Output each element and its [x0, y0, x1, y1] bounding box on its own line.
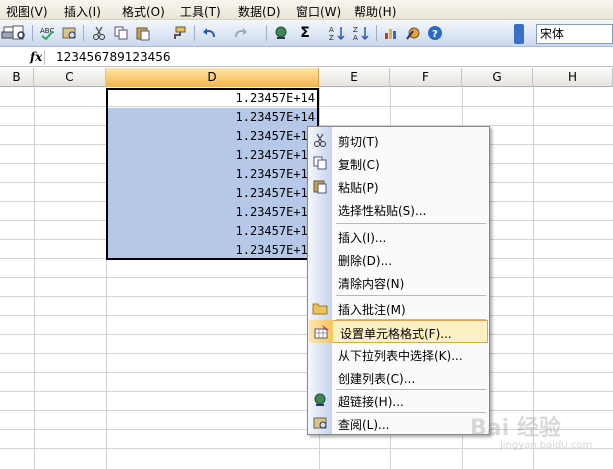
menu-item-paste[interactable]: 粘贴(P) [308, 175, 489, 198]
menu-item-format-cells[interactable]: 设置单元格格式(F)... [309, 320, 488, 343]
column-header-e[interactable]: E [319, 68, 390, 87]
toolbar-separator [194, 25, 195, 41]
undo-icon[interactable] [200, 24, 218, 42]
help-icon[interactable]: ? [426, 24, 444, 42]
column-header-d[interactable]: D [106, 68, 319, 87]
menu-item-paste-special[interactable]: 选择性粘贴(S)... [308, 198, 489, 221]
watermark-logo: Bai 经验 [470, 416, 561, 441]
formula-bar: fx 123456789123456 [0, 48, 613, 67]
menu-item-hyperlink[interactable]: 超链接(H)... [308, 389, 489, 412]
context-menu: 剪切(T) 复制(C) 粘贴(P) 选择性粘贴(S)... 插入(I)... 删… [307, 126, 490, 435]
menu-insert[interactable]: 插入(I) [64, 3, 101, 20]
autosum-icon[interactable]: Σ [296, 24, 314, 42]
menu-item-label: 删除(D)... [338, 254, 393, 268]
menu-item-create-list[interactable]: 创建列表(C)... [308, 366, 489, 389]
menu-bar: 视图(V) 插入(I) 格式(O) 工具(T) 数据(D) 窗口(W) 帮助(H… [0, 0, 613, 20]
svg-text:Z: Z [353, 26, 358, 34]
menu-separator [336, 295, 486, 296]
menu-item-label: 插入(I)... [338, 231, 387, 245]
column-header-h[interactable]: H [533, 68, 613, 87]
menu-view[interactable]: 视图(V) [6, 3, 48, 20]
toolbar-separator [83, 25, 84, 41]
spelling-icon[interactable]: ABC [38, 24, 56, 42]
paste-toolbar-icon[interactable] [134, 24, 152, 42]
toolbar-grip-icon[interactable] [514, 24, 524, 44]
fx-icon[interactable]: fx [30, 50, 42, 64]
hyperlink-icon [312, 392, 328, 408]
column-header-f[interactable]: F [390, 68, 462, 87]
menu-item-pick-from-list[interactable]: 从下拉列表中选择(K)... [308, 343, 489, 366]
menu-separator [336, 223, 486, 224]
svg-text:A: A [329, 26, 334, 34]
sort-ascending-icon[interactable]: AZ [328, 24, 346, 42]
cut-icon[interactable] [90, 24, 108, 42]
menu-help[interactable]: 帮助(H) [354, 3, 396, 20]
watermark-url: jingyan.baidu.com [500, 440, 593, 451]
svg-text:A: A [353, 34, 358, 41]
column-header-b[interactable]: B [0, 68, 34, 87]
svg-text:?: ? [432, 29, 438, 40]
insert-hyperlink-icon[interactable] [272, 24, 290, 42]
column-header-g[interactable]: G [462, 68, 533, 87]
menu-item-label: 粘贴(P) [338, 181, 379, 195]
copy-icon [312, 155, 328, 171]
menu-item-insert-comment[interactable]: 插入批注(M) [308, 297, 489, 320]
menu-item-insert[interactable]: 插入(I)... [308, 225, 489, 248]
research-icon [312, 415, 328, 431]
print-preview-icon[interactable] [10, 24, 28, 42]
menu-item-copy[interactable]: 复制(C) [308, 152, 489, 175]
formula-separator [44, 50, 45, 65]
drawing-icon[interactable] [404, 24, 422, 42]
menu-item-label: 查阅(L)... [338, 418, 390, 432]
research-toolbar-icon[interactable] [60, 24, 78, 42]
toolbar-separator [266, 25, 267, 41]
column-headers: B C D E F G H [0, 68, 613, 87]
selection-border [106, 88, 319, 260]
format-cells-icon [314, 324, 330, 340]
chart-wizard-icon[interactable] [382, 24, 400, 42]
menu-window[interactable]: 窗口(W) [296, 3, 341, 20]
menu-format[interactable]: 格式(O) [122, 3, 165, 20]
menu-item-label: 设置单元格格式(F)... [340, 327, 452, 341]
menu-item-clear-contents[interactable]: 清除内容(N) [308, 271, 489, 294]
paste-icon [312, 178, 328, 194]
menu-item-label: 创建列表(C)... [338, 372, 416, 386]
redo-icon[interactable] [232, 24, 250, 42]
font-name-input[interactable]: 宋体 [536, 24, 613, 44]
menu-tools[interactable]: 工具(T) [180, 3, 221, 20]
formula-input[interactable]: 123456789123456 [56, 50, 171, 64]
toolbar-separator [32, 25, 33, 41]
menu-data[interactable]: 数据(D) [238, 3, 281, 20]
menu-item-cut[interactable]: 剪切(T) [308, 129, 489, 152]
menu-item-label: 复制(C) [338, 158, 380, 172]
menu-item-label: 插入批注(M) [338, 303, 406, 317]
folder-icon [312, 300, 328, 316]
sort-descending-icon[interactable]: ZA [352, 24, 370, 42]
format-painter-icon[interactable] [170, 24, 188, 42]
svg-text:Z: Z [329, 34, 334, 41]
menu-item-label: 选择性粘贴(S)... [338, 204, 427, 218]
menu-item-label: 清除内容(N) [338, 277, 405, 291]
copy-toolbar-icon[interactable] [112, 24, 130, 42]
menu-item-label: 剪切(T) [338, 135, 379, 149]
menu-item-delete[interactable]: 删除(D)... [308, 248, 489, 271]
column-header-c[interactable]: C [34, 68, 106, 87]
toolbar-separator [376, 25, 377, 41]
menu-item-research[interactable]: 查阅(L)... [308, 412, 489, 435]
menu-item-label: 从下拉列表中选择(K)... [338, 349, 463, 363]
menu-item-label: 超链接(H)... [338, 395, 404, 409]
scissors-icon [312, 132, 328, 148]
